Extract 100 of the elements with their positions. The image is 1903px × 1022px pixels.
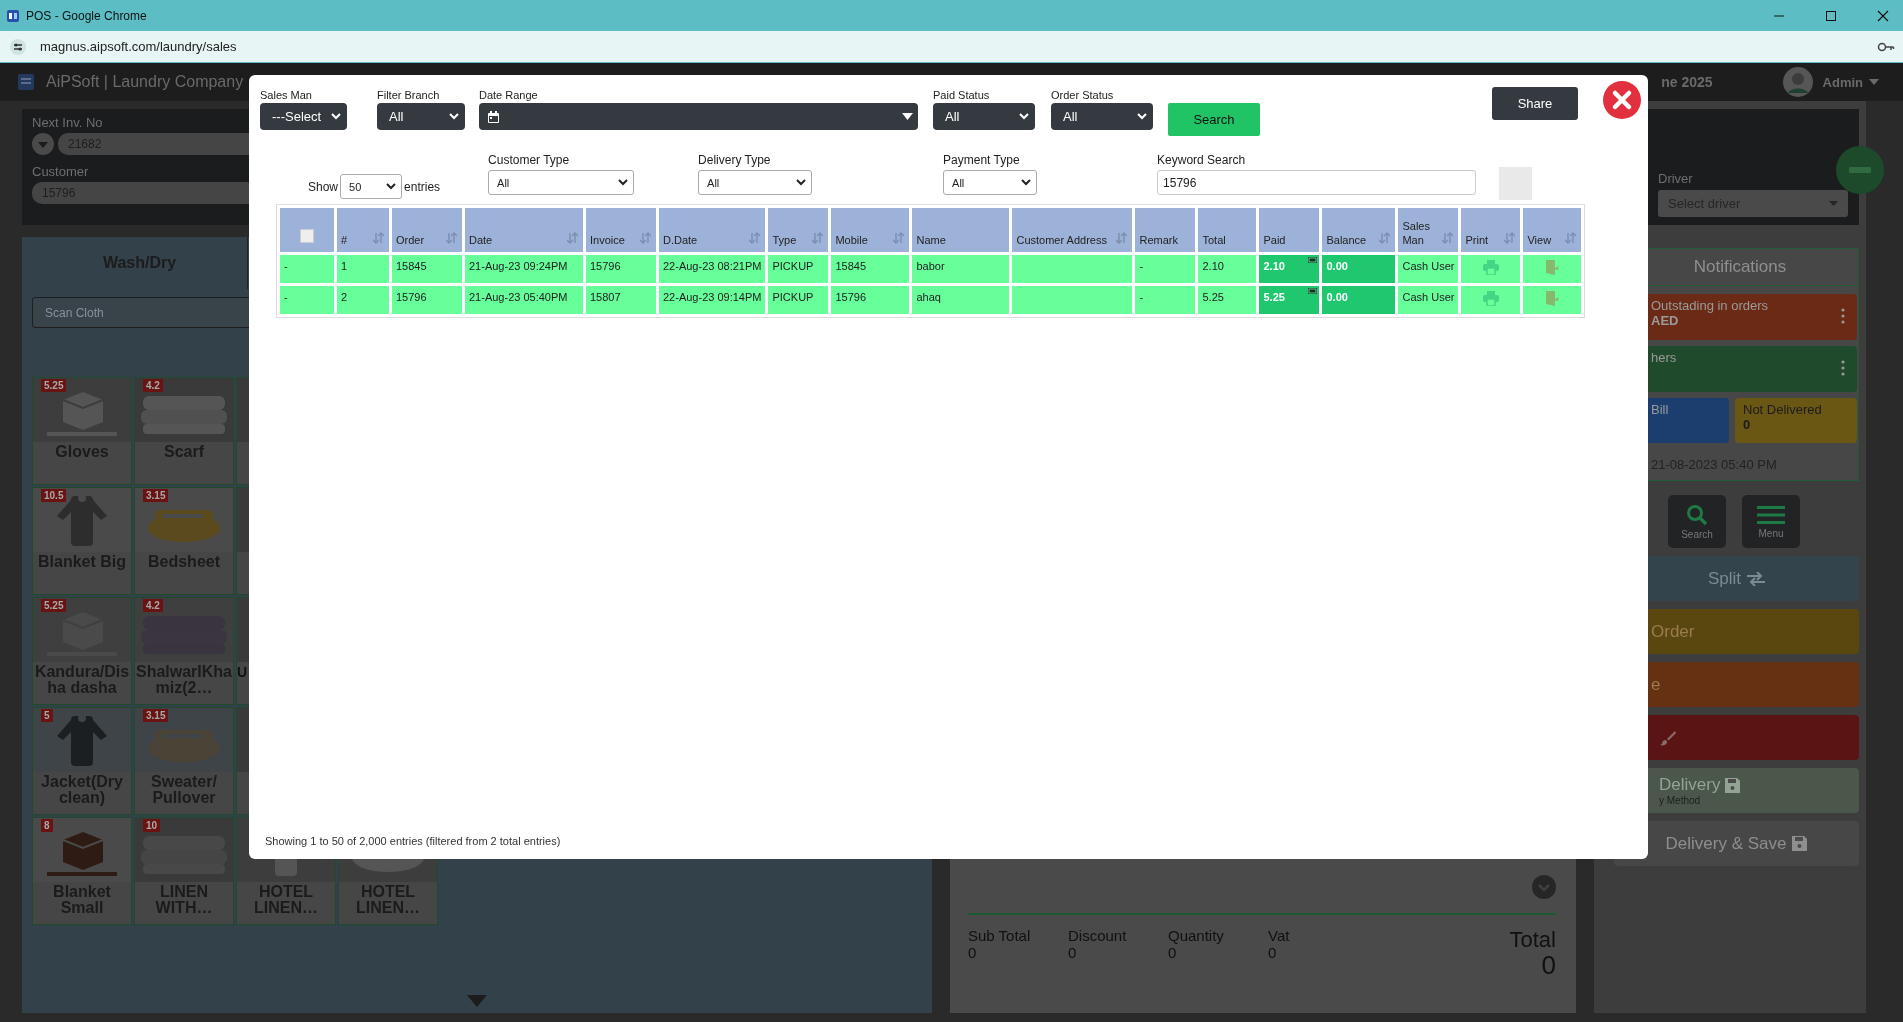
column-header[interactable]: Sales Man: [1398, 208, 1459, 252]
column-header[interactable]: Date: [465, 208, 583, 252]
sort-icon: [1442, 232, 1454, 244]
checkbox[interactable]: [300, 228, 314, 243]
sort-icon: [1379, 232, 1391, 244]
kebab-icon[interactable]: [1841, 308, 1845, 324]
close-icon[interactable]: [1877, 9, 1889, 22]
filter-select[interactable]: All: [943, 170, 1038, 195]
table-cell: 15796: [586, 255, 656, 283]
close-icon[interactable]: [1602, 80, 1642, 120]
chevron-icon: [796, 179, 807, 186]
filter-select[interactable]: All: [1051, 103, 1153, 130]
filter-select[interactable]: All: [488, 170, 635, 195]
exit-icon[interactable]: [1544, 260, 1560, 275]
sort-icon: [1116, 232, 1128, 244]
card-value: 0: [1743, 417, 1751, 432]
minus-button[interactable]: [1836, 146, 1884, 194]
total-label: Quantity: [1168, 927, 1224, 944]
date-range-field[interactable]: [479, 103, 918, 130]
chevron-icon: [331, 113, 341, 120]
caret-down-icon[interactable]: [467, 995, 487, 1007]
sort-icon: [640, 232, 651, 244]
table-cell: ahaq: [912, 286, 1010, 314]
column-header[interactable]: Invoice: [586, 208, 656, 252]
filter-label: Keyword Search: [1157, 154, 1247, 168]
minus-icon: [1849, 167, 1871, 173]
column-header[interactable]: Print: [1461, 208, 1521, 252]
filter-select[interactable]: All: [698, 170, 813, 195]
card-title: Not Delivered: [1743, 402, 1822, 417]
chevron-down-icon[interactable]: [1532, 875, 1556, 899]
filter-label: Date Range: [479, 89, 539, 101]
price-badge: 10.5: [41, 489, 67, 502]
table-cell: 2.10: [1198, 255, 1257, 283]
dropdown-circle-icon[interactable]: [32, 133, 54, 155]
table-cell: PICKUP: [768, 286, 829, 314]
column-header: Paid: [1259, 208, 1320, 252]
column-header[interactable]: #: [337, 208, 389, 252]
brush-icon: [1660, 729, 1676, 746]
table-cell: 0.00: [1322, 255, 1396, 283]
user-menu[interactable]: Admin: [1822, 74, 1863, 90]
table-cell: -: [280, 286, 334, 314]
share-button[interactable]: Share: [1492, 87, 1578, 120]
table-cell: 22-Aug-23 08:21PM: [659, 255, 766, 283]
caret-icon[interactable]: [1869, 79, 1879, 85]
price-badge: 5.25: [41, 599, 67, 612]
column-header[interactable]: Customer Address: [1012, 208, 1133, 252]
table-cell: -: [280, 255, 334, 283]
column-header[interactable]: View: [1523, 208, 1582, 252]
keyword-field[interactable]: 15796: [1157, 170, 1477, 195]
column-header[interactable]: Type: [768, 208, 829, 252]
search-button[interactable]: Search: [1168, 103, 1260, 136]
column-header: Total: [1198, 208, 1257, 252]
price-badge: 3.15: [143, 709, 169, 722]
table-cell: 22-Aug-23 09:14PM: [659, 286, 766, 314]
table-cell: Cash User: [1398, 286, 1459, 314]
column-header: Name: [912, 208, 1010, 252]
filter-select[interactable]: ---Select: [260, 103, 347, 130]
total-label: Total: [1509, 927, 1556, 953]
column-header[interactable]: D.Date: [659, 208, 766, 252]
chevron-icon: [618, 179, 629, 186]
filter-select[interactable]: All: [933, 103, 1035, 130]
site-settings-icon[interactable]: [10, 38, 26, 55]
column-header: Remark: [1135, 208, 1196, 252]
table-cell: 15845: [831, 255, 910, 283]
brand-name[interactable]: AiPSoft | Laundry Company: [46, 73, 244, 91]
total-value: 0: [1068, 944, 1077, 961]
table-cell: 15796: [392, 286, 462, 314]
table-cell: 15807: [586, 286, 656, 314]
sort-icon: [446, 232, 457, 244]
column-header[interactable]: Mobile: [831, 208, 910, 252]
column-header[interactable]: Balance: [1322, 208, 1396, 252]
table-cell: -: [1135, 286, 1196, 314]
table-cell: PICKUP: [768, 255, 829, 283]
table-cell: 5.25: [1198, 286, 1257, 314]
table-cell: 15845: [392, 255, 462, 283]
table-cell: -: [1135, 255, 1196, 283]
avatar-icon[interactable]: [1782, 67, 1813, 97]
window-title: POS - Google Chrome: [26, 8, 148, 23]
printer-icon[interactable]: [1482, 291, 1499, 306]
key-icon[interactable]: [1877, 41, 1895, 52]
tool-button[interactable]: Menu: [1742, 495, 1800, 548]
exit-icon[interactable]: [1544, 291, 1560, 306]
table-cell: 2: [337, 286, 389, 314]
filter-select[interactable]: All: [377, 103, 465, 130]
tool-button[interactable]: Search: [1668, 495, 1726, 548]
page-size-select[interactable]: 50: [340, 174, 403, 199]
printer-icon[interactable]: [1482, 260, 1499, 275]
kebab-icon[interactable]: [1841, 360, 1845, 376]
caret-icon: [1829, 201, 1838, 206]
filter-label: Payment Type: [943, 154, 1021, 168]
price-badge: 3.15: [143, 489, 169, 502]
filter-label: Delivery Type: [698, 154, 772, 168]
entries-label: entries: [404, 179, 441, 194]
maximize-icon[interactable]: [1825, 9, 1837, 22]
table-cell: 21-Aug-23 05:40PM: [465, 286, 583, 314]
column-header[interactable]: Order: [392, 208, 462, 252]
logo-icon: [18, 74, 34, 90]
card-title: Bill: [1651, 402, 1669, 417]
filter-label: Paid Status: [933, 89, 991, 101]
menu-icon: [1757, 504, 1785, 525]
